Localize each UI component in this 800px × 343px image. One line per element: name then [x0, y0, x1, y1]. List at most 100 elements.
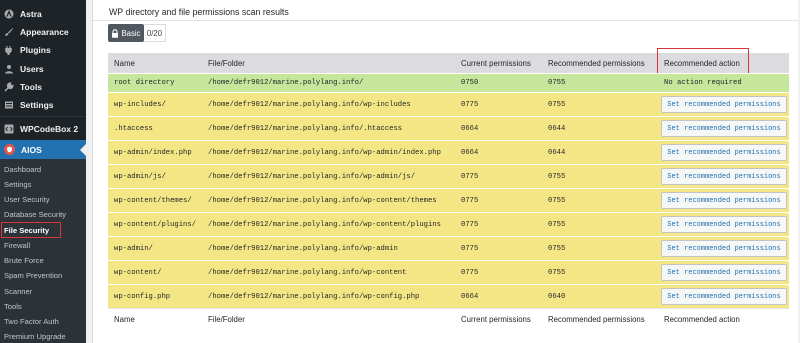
menu-separator — [0, 116, 86, 117]
set-recommended-permissions-button[interactable]: Set recommended permissions — [661, 264, 787, 281]
submenu-item-settings[interactable]: Settings — [4, 180, 31, 190]
highlight-box-recommended-action — [657, 48, 749, 75]
menu-item-label: Plugins — [20, 45, 51, 55]
security-level-badge: Basic — [108, 24, 144, 42]
menu-item-settings[interactable]: Settings — [0, 96, 86, 114]
main-content: WP directory and file permissions scan r… — [86, 0, 800, 343]
set-recommended-permissions-button[interactable]: Set recommended permissions — [661, 240, 787, 257]
cell-path: /home/defr9012/marine.polylang.info/wp-c… — [208, 293, 420, 301]
submenu-item-premium-upgrade[interactable]: Premium Upgrade — [4, 332, 66, 342]
menu-item-plugins[interactable]: Plugins — [0, 41, 86, 59]
menu-item-label: Appearance — [20, 27, 69, 37]
table-header: Name File/Folder Current permissions Rec… — [108, 48, 789, 75]
submenu-item-database-security[interactable]: Database Security — [4, 210, 66, 220]
cell-name: wp-includes/ — [114, 101, 166, 109]
table-row: wp-content/themes/ /home/defr9012/marine… — [108, 188, 789, 212]
highlight-box-file-security — [1, 222, 61, 238]
cell-name: wp-config.php — [114, 293, 171, 301]
cell-current: 0750 — [461, 79, 479, 87]
submenu-item-tools[interactable]: Tools — [4, 302, 22, 312]
panel-divider — [93, 20, 799, 21]
menu-item-users[interactable]: Users — [0, 60, 86, 78]
column-footer-current-permissions: Current permissions — [461, 315, 531, 324]
menu-item-tools[interactable]: Tools — [0, 78, 86, 96]
menu-item-wpcodebox[interactable]: WPCodeBox 2 — [0, 120, 86, 138]
submenu-item-scanner[interactable]: Scanner — [4, 287, 32, 297]
cell-recommended: 0755 — [548, 101, 566, 109]
cell-recommended: 0755 — [548, 269, 566, 277]
set-recommended-permissions-button[interactable]: Set recommended permissions — [661, 216, 787, 233]
cell-name: wp-admin/js/ — [114, 173, 166, 181]
table-row: wp-admin/index.php /home/defr9012/marine… — [108, 140, 789, 164]
cell-current: 0664 — [461, 149, 479, 157]
aios-submenu: Dashboard Settings User Security Databas… — [0, 159, 86, 343]
submenu-item-spam-prevention[interactable]: Spam Prevention — [4, 271, 62, 281]
codebox-icon — [4, 124, 14, 134]
menu-item-label: Tools — [20, 82, 43, 92]
table-row: wp-content/plugins/ /home/defr9012/marin… — [108, 212, 789, 236]
table-row: wp-includes/ /home/defr9012/marine.polyl… — [108, 92, 789, 116]
admin-sidebar: Astra Appearance Plugins Users Tools Set… — [0, 0, 86, 343]
submenu-item-firewall[interactable]: Firewall — [4, 241, 30, 251]
set-recommended-permissions-button[interactable]: Set recommended permissions — [661, 144, 787, 161]
column-footer-file-folder: File/Folder — [208, 315, 245, 324]
cell-name: wp-admin/index.php — [114, 149, 192, 157]
cell-recommended: 0755 — [548, 221, 566, 229]
column-header-recommended-permissions: Recommended permissions — [548, 59, 645, 68]
cell-path: /home/defr9012/marine.polylang.info/wp-i… — [208, 101, 411, 109]
cell-current: 0775 — [461, 173, 479, 181]
cell-name: wp-content/ — [114, 269, 162, 277]
cell-path: /home/defr9012/marine.polylang.info/wp-a… — [208, 245, 398, 253]
submenu-item-user-security[interactable]: User Security — [4, 195, 50, 205]
column-footer-name: Name — [114, 315, 135, 324]
submenu-item-two-factor-auth[interactable]: Two Factor Auth — [4, 317, 59, 327]
menu-item-astra[interactable]: Astra — [0, 5, 86, 23]
cell-path: /home/defr9012/marine.polylang.info/ — [208, 79, 364, 87]
cell-path: /home/defr9012/marine.polylang.info/wp-a… — [208, 173, 416, 181]
submenu-item-dashboard[interactable]: Dashboard — [4, 165, 41, 175]
table-row: .htaccess /home/defr9012/marine.polylang… — [108, 116, 789, 140]
cell-path: /home/defr9012/marine.polylang.info/wp-c… — [208, 269, 407, 277]
wrench-icon — [4, 82, 14, 92]
cell-name: wp-admin/ — [114, 245, 153, 253]
cell-current: 0775 — [461, 221, 479, 229]
column-header-name: Name — [114, 59, 135, 68]
submenu-item-brute-force[interactable]: Brute Force — [4, 256, 44, 266]
paintbrush-icon — [4, 27, 14, 37]
menu-item-label: WPCodeBox 2 — [20, 124, 79, 134]
cell-path: /home/defr9012/marine.polylang.info/wp-a… — [208, 149, 441, 157]
cell-recommended: 0755 — [548, 245, 566, 253]
cell-path: /home/defr9012/marine.polylang.info/.hta… — [208, 125, 403, 133]
set-recommended-permissions-button[interactable]: Set recommended permissions — [661, 120, 787, 137]
users-icon — [4, 64, 14, 74]
cell-recommended: 0644 — [548, 149, 566, 157]
column-footer-recommended-permissions: Recommended permissions — [548, 315, 645, 324]
astra-icon — [4, 9, 14, 19]
set-recommended-permissions-button[interactable]: Set recommended permissions — [661, 288, 787, 305]
column-footer-recommended-action: Recommended action — [664, 315, 740, 324]
cell-current: 0775 — [461, 197, 479, 205]
lock-icon — [112, 28, 119, 38]
panel-title: WP directory and file permissions scan r… — [109, 7, 289, 17]
cell-recommended: 0755 — [548, 79, 566, 87]
menu-item-label: Settings — [20, 100, 54, 110]
table-row: root directory /home/defr9012/marine.pol… — [108, 73, 789, 92]
table-footer: Name File/Folder Current permissions Rec… — [108, 308, 789, 328]
badge-label: Basic — [121, 28, 141, 38]
menu-item-label: AIOS — [21, 144, 42, 155]
cell-current: 0664 — [461, 293, 479, 301]
cell-path: /home/defr9012/marine.polylang.info/wp-c… — [208, 197, 437, 205]
cell-name: wp-content/plugins/ — [114, 221, 196, 229]
menu-item-appearance[interactable]: Appearance — [0, 23, 86, 41]
cell-current: 0775 — [461, 245, 479, 253]
menu-item-aios[interactable]: AIOS — [0, 140, 86, 159]
plugin-icon — [4, 45, 14, 55]
column-header-file-folder: File/Folder — [208, 59, 245, 68]
set-recommended-permissions-button[interactable]: Set recommended permissions — [661, 96, 787, 113]
cell-recommended: 0640 — [548, 293, 566, 301]
cell-current: 0775 — [461, 101, 479, 109]
set-recommended-permissions-button[interactable]: Set recommended permissions — [661, 192, 787, 209]
shield-icon — [4, 144, 15, 155]
set-recommended-permissions-button[interactable]: Set recommended permissions — [661, 168, 787, 185]
cell-recommended: 0755 — [548, 173, 566, 181]
